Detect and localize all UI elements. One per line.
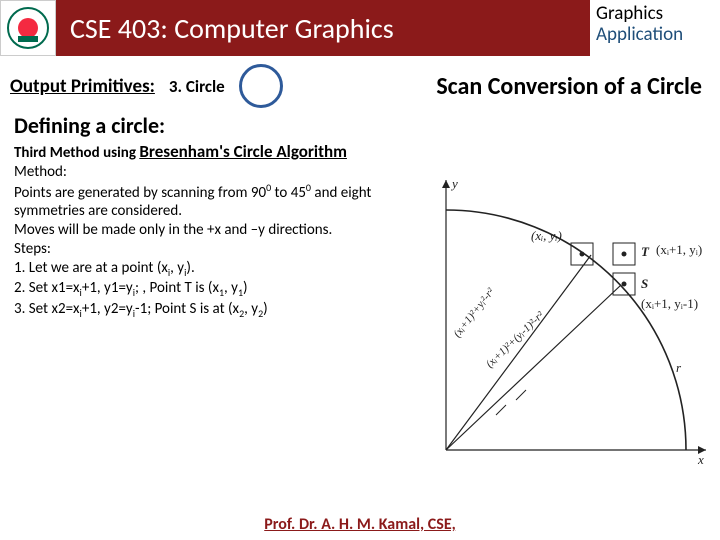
topic-tab: Graphics Application bbox=[590, 0, 720, 56]
university-logo bbox=[0, 0, 56, 56]
method-title: Third Method using Bresenham's Circle Al… bbox=[14, 141, 406, 163]
tab-line1: Graphics bbox=[596, 4, 714, 25]
point-S-label: S bbox=[641, 276, 648, 292]
method-para1: Points are generated by scanning from 90… bbox=[14, 182, 406, 222]
subheader: Output Primitives: 3. Circle Scan Conver… bbox=[0, 56, 720, 112]
section-heading: Defining a circle: bbox=[0, 112, 720, 141]
step-1: 1. Let we are at a point (xi, yi). bbox=[14, 259, 406, 280]
topic-number: 3. Circle bbox=[169, 76, 225, 97]
point-S-coord: (xᵢ+1, yᵢ-1) bbox=[641, 296, 698, 312]
body-text: Third Method using Bresenham's Circle Al… bbox=[0, 141, 420, 320]
steps-label: Steps: bbox=[14, 240, 406, 259]
step-2: 2. Set x1=xi+1, y1=yi; , Point T is (x1,… bbox=[14, 279, 406, 300]
method-label: Method: bbox=[14, 163, 406, 182]
point-T-label: T bbox=[641, 244, 649, 260]
footer-text: Prof. Dr. A. H. M. Kamal, CSE, bbox=[264, 515, 456, 534]
header-bar: CSE 403: Computer Graphics Graphics Appl… bbox=[0, 0, 720, 56]
output-primitives-label: Output Primitives: bbox=[10, 75, 155, 98]
tab-line2: Application bbox=[596, 25, 714, 46]
x-axis-label: x bbox=[698, 452, 704, 468]
step-3: 3. Set x2=xi+1, y2=yi-1; Point S is at (… bbox=[14, 300, 406, 321]
circle-diagram: y x r (xᵢ, yᵢ) T (xᵢ+1, yᵢ) S (xᵢ+1, yᵢ-… bbox=[416, 170, 716, 470]
y-axis-label: y bbox=[452, 176, 458, 192]
scan-conversion-title: Scan Conversion of a Circle bbox=[436, 72, 710, 101]
algorithm-name: Bresenham's Circle Algorithm bbox=[139, 141, 347, 162]
point-xy-label: (xᵢ, yᵢ) bbox=[531, 228, 562, 244]
circle-shape-icon bbox=[239, 64, 283, 108]
method-para2: Moves will be made only in the +x and –y… bbox=[14, 221, 406, 240]
point-T-coord: (xᵢ+1, yᵢ) bbox=[656, 242, 702, 258]
r-label: r bbox=[676, 360, 681, 376]
footer: Prof. Dr. A. H. M. Kamal, CSE, bbox=[0, 515, 720, 534]
